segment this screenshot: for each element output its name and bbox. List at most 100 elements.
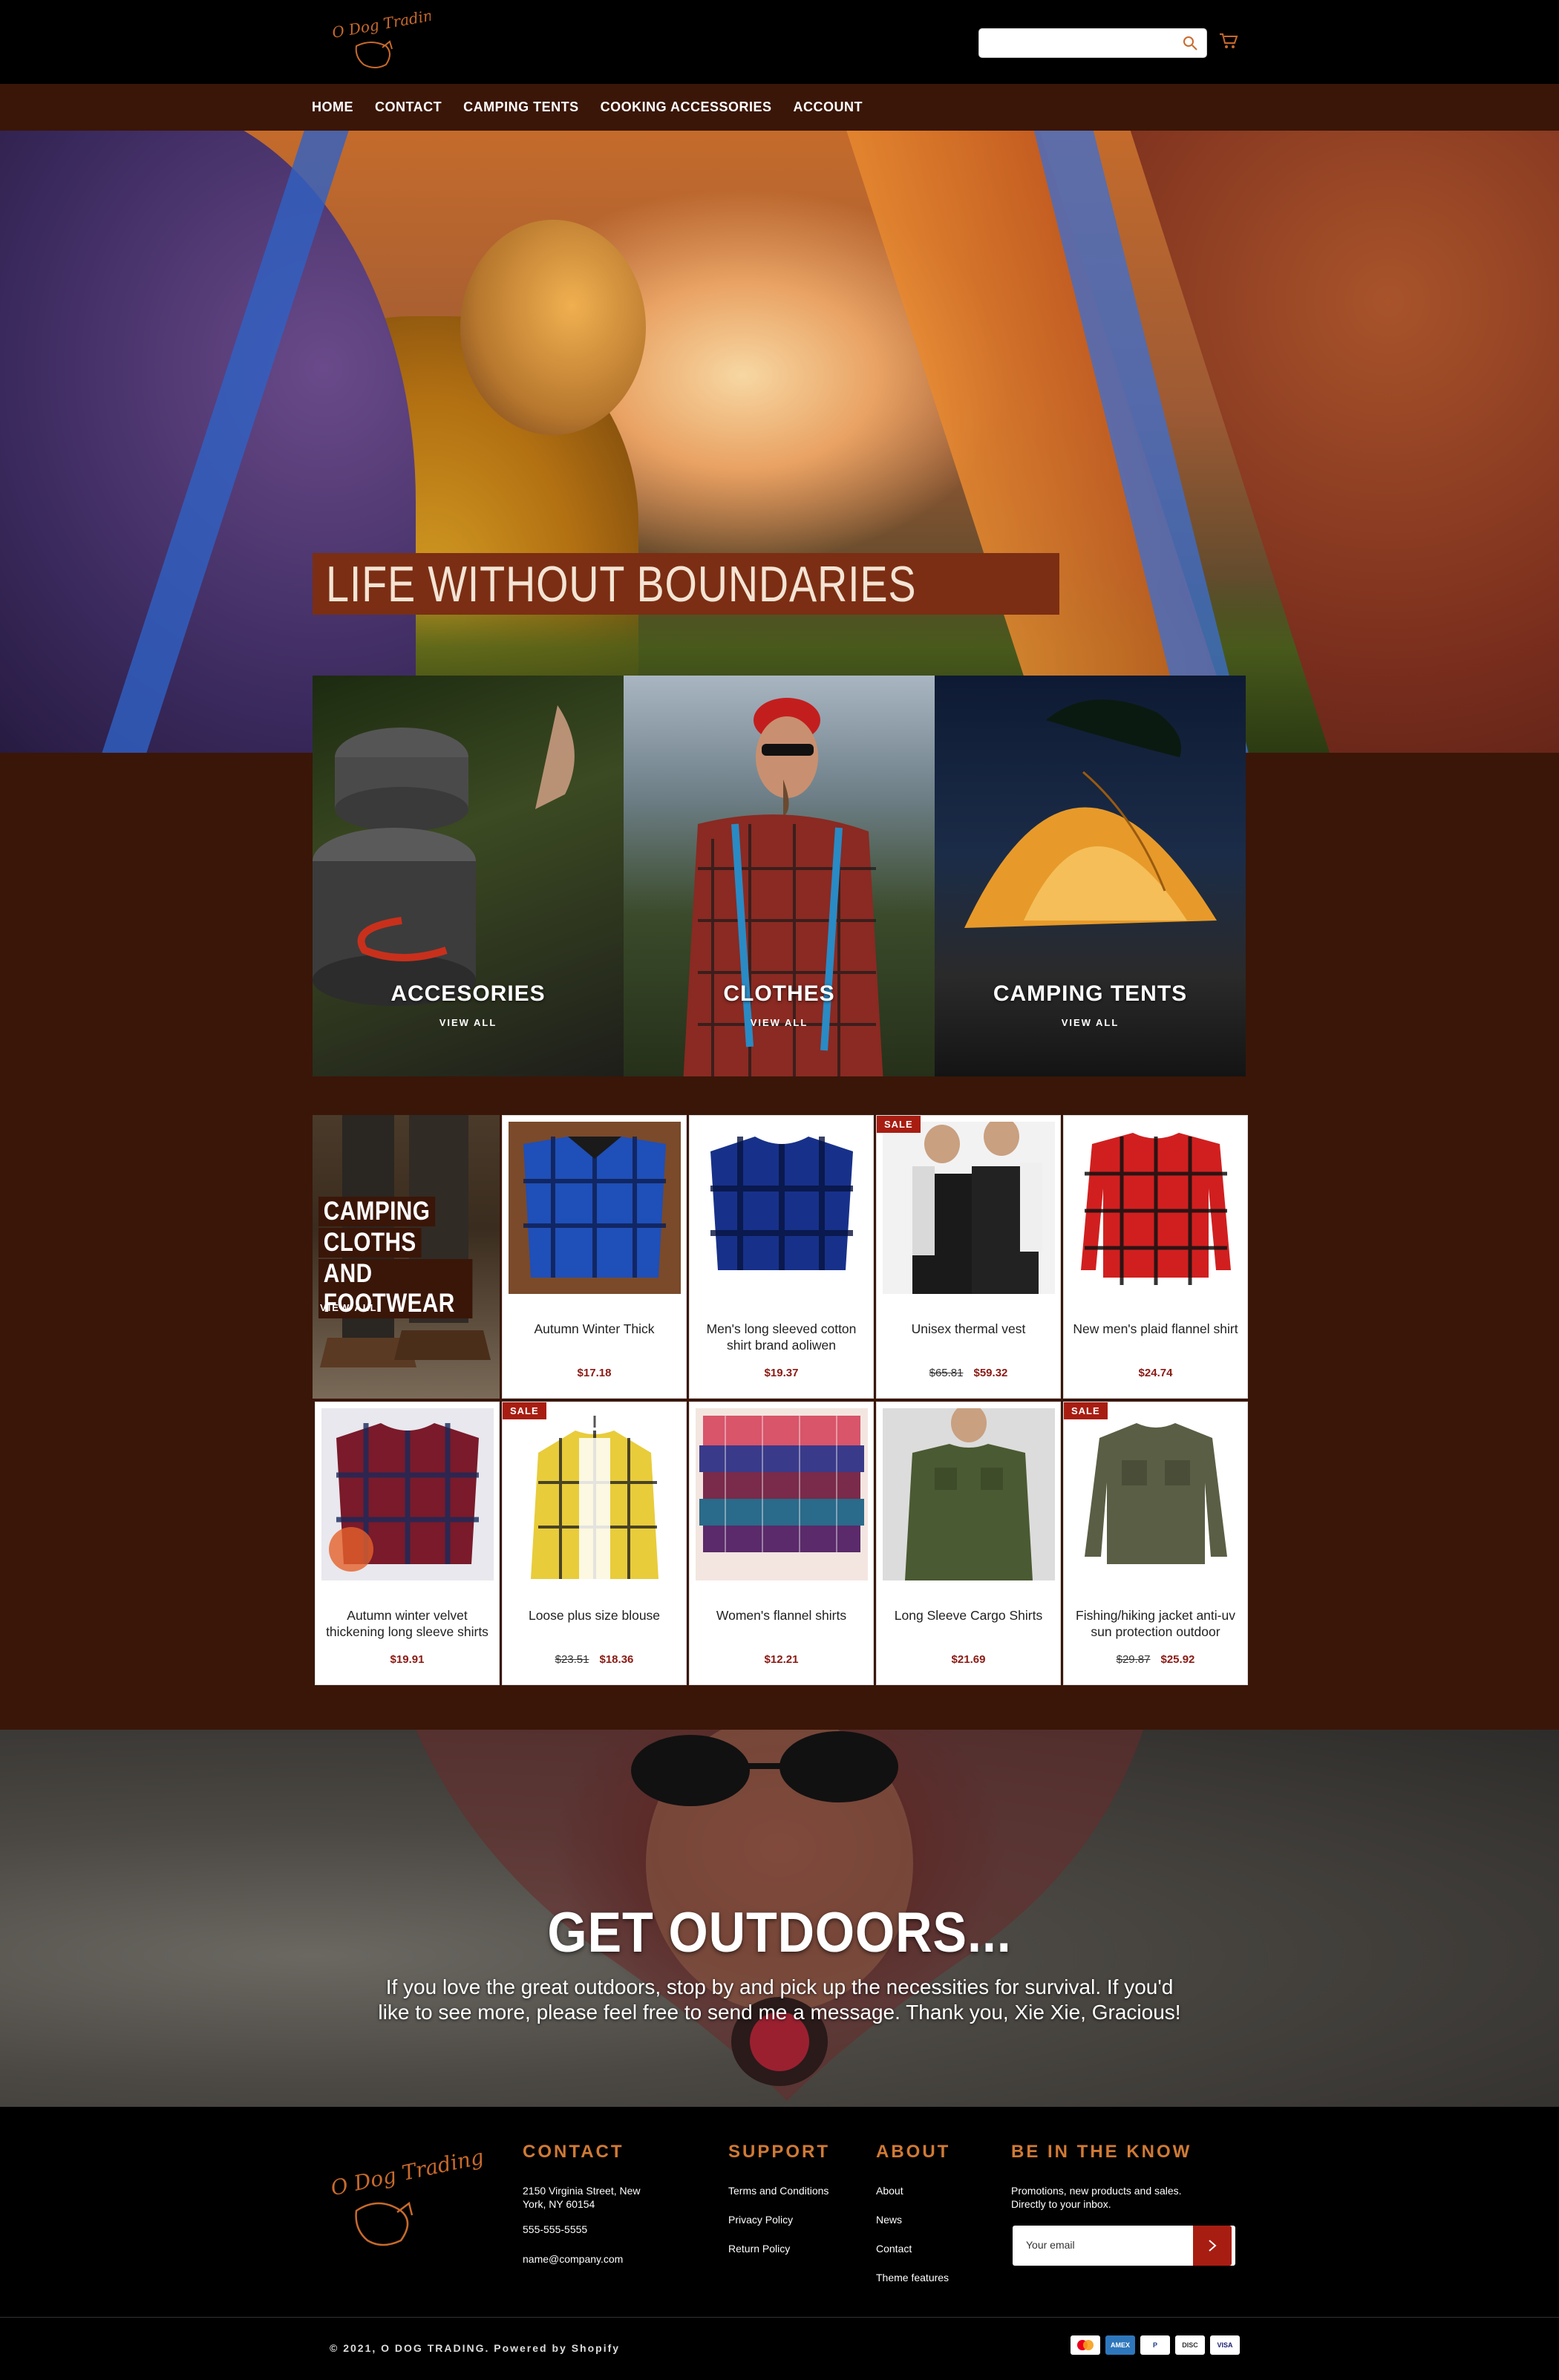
sale-price: $18.36 [599,1653,634,1666]
search-icon[interactable] [1181,34,1199,52]
footer-link-return[interactable]: Return Policy [728,2242,790,2255]
product-card[interactable]: Men's long sleeved cotton shirt brand ao… [689,1115,874,1399]
sale-badge: SALE [503,1402,546,1419]
footer-logo[interactable]: O Dog Trading [327,2144,486,2255]
hero-person-head [460,220,646,435]
category-label: CAMPING TENTS [993,981,1188,1006]
tent-night-image [964,699,1217,928]
nav-camping-tents[interactable]: CAMPING TENTS [463,99,579,115]
footer-link-contact[interactable]: Contact [876,2242,912,2255]
product-price: $19.37 [690,1367,873,1379]
footer-link-theme-features[interactable]: Theme features [876,2271,949,2284]
main-navigation: HOME CONTACT CAMPING TENTS COOKING ACCES… [0,84,1559,131]
newsletter-text: Promotions, new products and sales. Dire… [1011,2185,1182,2210]
product-name[interactable]: Loose plus size blouse [507,1607,682,1624]
copyright: © 2021, O DOG TRADING. Powered by Shopif… [330,2342,621,2354]
hero-title: LIFE WITHOUT BOUNDARIES [313,553,1060,615]
product-name[interactable]: Women's flannel shirts [694,1607,869,1624]
sale-price: $19.37 [764,1367,799,1379]
category-clothes[interactable]: CLOTHES VIEW ALL [624,676,935,1076]
product-name[interactable]: Long Sleeve Cargo Shirts [881,1607,1056,1624]
paypal-icon: P [1140,2335,1170,2355]
product-price: $24.74 [1064,1367,1247,1379]
sale-price: $17.18 [577,1367,612,1379]
sale-price: $12.21 [764,1653,799,1666]
product-name[interactable]: New men's plaid flannel shirt [1068,1321,1243,1337]
nav-home[interactable]: HOME [312,99,353,115]
sale-price: $19.91 [390,1653,425,1666]
contact-email[interactable]: name@company.com [523,2252,623,2266]
product-name[interactable]: Autumn Winter Thick [507,1321,682,1337]
sale-badge: SALE [877,1116,921,1133]
promo-line: CAMPING [318,1197,436,1226]
footer-heading-support: SUPPORT [728,2142,831,2162]
product-name[interactable]: Men's long sleeved cotton shirt brand ao… [694,1321,869,1353]
product-price: $19.91 [316,1653,499,1666]
footer-link-privacy[interactable]: Privacy Policy [728,2213,793,2226]
contact-address: 2150 Virginia Street, New York, NY 60154 [523,2185,641,2210]
sale-price: $24.74 [1138,1367,1173,1379]
product-price: $21.69 [877,1653,1060,1666]
original-price: $23.51 [555,1653,589,1666]
footer-link-news[interactable]: News [876,2213,902,2226]
product-name[interactable]: Unisex thermal vest [881,1321,1056,1337]
contact-phone[interactable]: 555-555-5555 [523,2223,587,2236]
product-price: $65.81 $59.32 [877,1367,1060,1379]
category-camping-tents[interactable]: CAMPING TENTS VIEW ALL [935,676,1246,1076]
original-price: $65.81 [929,1367,964,1379]
product-card[interactable]: SALE Unisex thermal vest $65.81 $59.32 [876,1115,1061,1399]
site-logo[interactable]: O Dog Trading [327,4,443,76]
product-card[interactable]: Autumn Winter Thick $17.18 [502,1115,687,1399]
product-card[interactable]: Long Sleeve Cargo Shirts $21.69 [876,1402,1061,1685]
product-name[interactable]: Autumn winter velvet thickening long sle… [320,1607,494,1640]
hiker-image [683,698,883,1076]
outdoors-text: If you love the great outdoors, stop by … [378,1975,1181,2024]
promo-line: CLOTHS [318,1228,422,1258]
logo-text: O Dog Trading [330,9,431,42]
product-card[interactable]: SALE Loose plus size blouse $23.51 $18.36 [502,1402,687,1685]
product-image [509,1408,681,1580]
product-price: $23.51 $18.36 [503,1653,686,1666]
nav-contact[interactable]: CONTACT [375,99,442,115]
footer: O Dog Trading CONTACT 2150 Virginia Stre… [0,2107,1559,2380]
cart-icon[interactable] [1218,30,1240,52]
product-name[interactable]: Fishing/hiking jacket anti-uv sun protec… [1068,1607,1243,1640]
product-card[interactable]: Women's flannel shirts $12.21 [689,1402,874,1685]
product-card[interactable]: Autumn winter velvet thickening long sle… [315,1402,500,1685]
product-card[interactable]: SALE Fishing/hiking jacket anti-uv sun p… [1063,1402,1248,1685]
get-outdoors-banner: GET OUTDOORS... If you love the great ou… [0,1730,1559,2107]
product-image [883,1408,1055,1580]
product-card[interactable]: New men's plaid flannel shirt $24.74 [1063,1115,1248,1399]
footer-heading-about: ABOUT [876,2142,951,2162]
footer-heading-newsletter: BE IN THE KNOW [1011,2142,1192,2162]
view-all-link[interactable]: VIEW ALL [935,1017,1246,1028]
view-all-link[interactable]: VIEW ALL [320,1302,378,1313]
footer-link-about[interactable]: About [876,2184,903,2197]
category-accessories[interactable]: ACCESORIES VIEW ALL [313,676,624,1076]
product-image [1070,1408,1242,1580]
sale-price: $59.32 [973,1367,1008,1379]
subscribe-button[interactable] [1193,2226,1232,2266]
original-price: $29.87 [1116,1653,1151,1666]
top-bar: O Dog Trading [0,0,1559,84]
nav-account[interactable]: ACCOUNT [794,99,863,115]
promo-tile-camping-cloths[interactable]: CAMPING CLOTHS AND FOOTWEAR VIEW ALL [313,1115,500,1399]
nav-cooking-accessories[interactable]: COOKING ACCESSORIES [601,99,772,115]
view-all-link[interactable]: VIEW ALL [624,1017,935,1028]
view-all-link[interactable]: VIEW ALL [313,1017,624,1028]
product-image [883,1122,1055,1294]
sale-price: $21.69 [951,1653,986,1666]
mastercard-icon [1071,2335,1100,2355]
product-image [696,1408,868,1580]
cooking-pot-image [313,705,575,1006]
footer-heading-contact: CONTACT [523,2142,624,2162]
footer-link-terms[interactable]: Terms and Conditions [728,2184,828,2197]
outdoors-title: GET OUTDOORS... [547,1901,1012,1964]
product-price: $12.21 [690,1653,873,1666]
product-image [1070,1122,1242,1294]
hero-banner [0,131,1559,753]
chevron-right-icon [1209,2240,1217,2252]
email-placeholder: Your email [1026,2239,1075,2251]
product-price: $17.18 [503,1367,686,1379]
search-input[interactable] [978,28,1207,58]
